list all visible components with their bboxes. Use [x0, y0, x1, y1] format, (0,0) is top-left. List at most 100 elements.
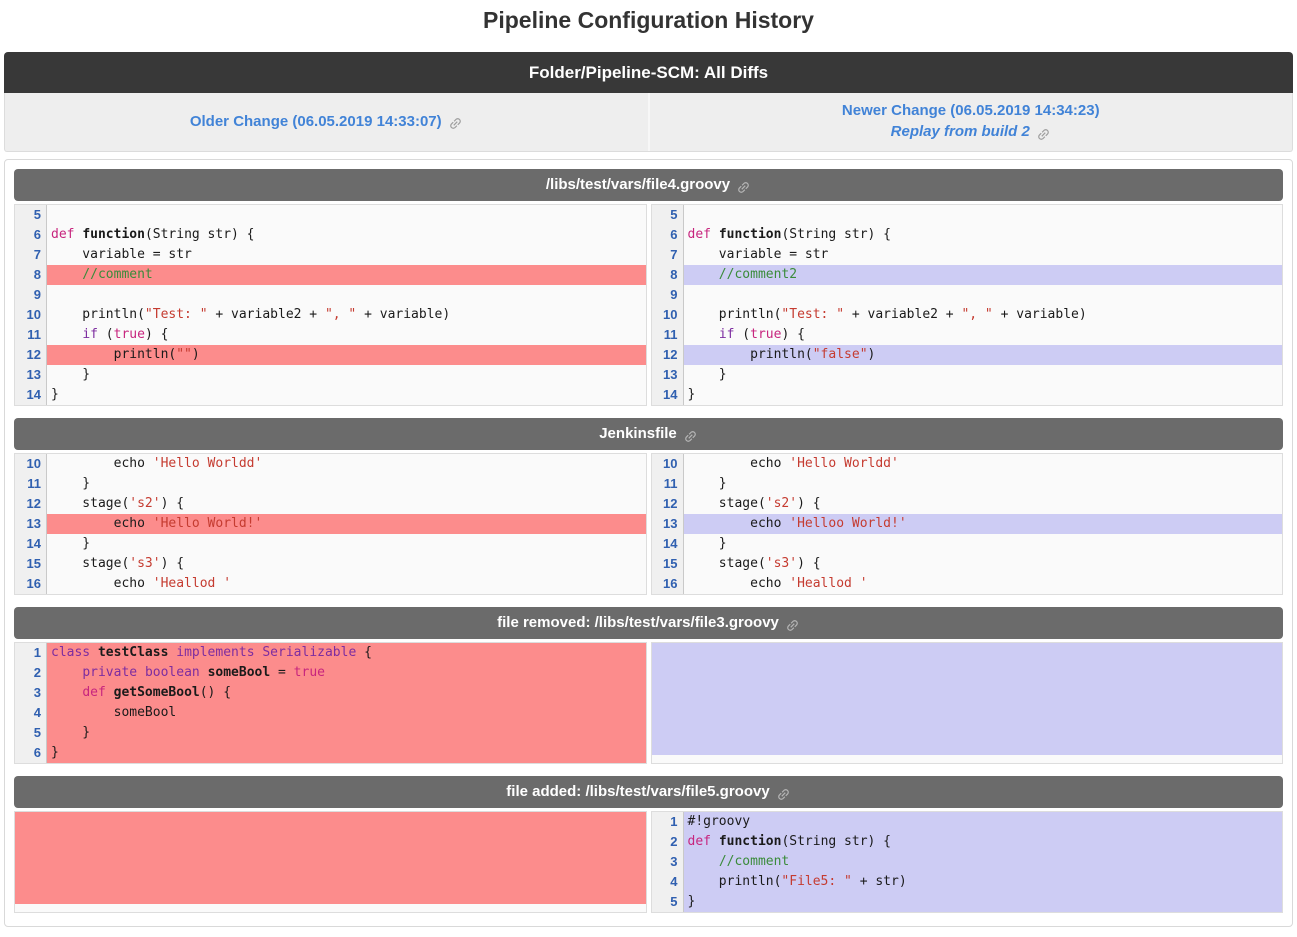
line-number: 1: [15, 643, 47, 663]
code-text: someBool: [47, 703, 646, 723]
line-number: 13: [15, 514, 47, 534]
code-text: [47, 285, 646, 305]
code-text: println("Test: " + variable2 + ", " + va…: [47, 305, 646, 325]
line-number: 10: [15, 305, 47, 325]
code-text: stage('s3') {: [684, 554, 1283, 574]
line-number: 13: [15, 365, 47, 385]
diff-panel-left: 56def function(String str) {7 variable =…: [14, 204, 647, 406]
code-line: 10 println("Test: " + variable2 + ", " +…: [15, 305, 646, 325]
line-number: 16: [15, 574, 47, 594]
code-text: #!groovy: [684, 812, 1283, 832]
code-line: 2 private boolean someBool = true: [15, 663, 646, 683]
code-line: 5: [652, 205, 1283, 225]
older-change-label: Older Change (06.05.2019 14:33:07): [190, 113, 442, 130]
code-line: 5 }: [15, 723, 646, 743]
code-text: echo 'Heallod ': [684, 574, 1283, 594]
file-header-label: Jenkinsfile: [599, 425, 677, 442]
code-line: 11 if (true) {: [15, 325, 646, 345]
code-text: }: [684, 892, 1283, 912]
code-line: 8 //comment: [15, 265, 646, 285]
code-text: stage('s2') {: [684, 494, 1283, 514]
line-number: 9: [652, 285, 684, 305]
code-line: 14 }: [15, 534, 646, 554]
link-icon[interactable]: [448, 113, 463, 134]
code-text: stage('s2') {: [47, 494, 646, 514]
code-line: 15 stage('s3') {: [15, 554, 646, 574]
code-line: 1#!groovy: [652, 812, 1283, 832]
code-line: 7 variable = str: [652, 245, 1283, 265]
line-number: 5: [15, 723, 47, 743]
code-line: 13 echo 'Hello World!': [15, 514, 646, 534]
page-title: Pipeline Configuration History: [4, 0, 1293, 28]
line-number: 2: [652, 832, 684, 852]
code-text: def function(String str) {: [684, 225, 1283, 245]
code-text: }: [47, 534, 646, 554]
older-change-cell: Older Change (06.05.2019 14:33:07): [5, 93, 648, 151]
diff-panel-right: 56def function(String str) {7 variable =…: [651, 204, 1284, 406]
diff-panel-left: 1class testClass implements Serializable…: [14, 642, 647, 764]
line-number: 11: [15, 325, 47, 345]
line-number: 5: [652, 892, 684, 912]
code-text: }: [684, 474, 1283, 494]
code-line: 9: [652, 285, 1283, 305]
code-text: class testClass implements Serializable …: [47, 643, 646, 663]
diff-table: 10 echo 'Hello Worldd'11 }12 stage('s2')…: [14, 453, 1283, 595]
line-number: 5: [15, 205, 47, 225]
line-number: 12: [15, 494, 47, 514]
code-text: }: [47, 743, 646, 763]
line-number: 4: [15, 703, 47, 723]
code-line: 13 echo 'Helloo World!': [652, 514, 1283, 534]
link-icon[interactable]: [776, 778, 791, 810]
code-text: private boolean someBool = true: [47, 663, 646, 683]
line-number: 11: [15, 474, 47, 494]
removed-filler: [15, 812, 646, 904]
file-header-label: /libs/test/vars/file4.groovy: [546, 176, 730, 193]
job-title-bar: Folder/Pipeline-SCM: All Diffs: [4, 52, 1293, 93]
diff-table: 56def function(String str) {7 variable =…: [14, 204, 1283, 406]
line-number: 4: [652, 872, 684, 892]
line-number: 8: [15, 265, 47, 285]
line-number: 10: [652, 305, 684, 325]
code-line: 15 stage('s3') {: [652, 554, 1283, 574]
code-text: }: [684, 365, 1283, 385]
file-header-label: file removed: /libs/test/vars/file3.groo…: [497, 614, 779, 631]
code-text: def function(String str) {: [47, 225, 646, 245]
code-text: def getSomeBool() {: [47, 683, 646, 703]
code-text: //comment2: [684, 265, 1283, 285]
code-line: 3 def getSomeBool() {: [15, 683, 646, 703]
code-line: 12 println("false"): [652, 345, 1283, 365]
line-number: 10: [15, 454, 47, 474]
code-line: 14}: [15, 385, 646, 405]
code-text: [684, 205, 1283, 225]
link-icon[interactable]: [1036, 123, 1051, 144]
file-header-label: file added: /libs/test/vars/file5.groovy: [506, 783, 769, 800]
newer-change-cell: Newer Change (06.05.2019 14:34:23) Repla…: [648, 93, 1293, 151]
replay-label: Replay from build 2: [891, 123, 1030, 140]
code-line: 8 //comment2: [652, 265, 1283, 285]
link-icon[interactable]: [736, 171, 751, 203]
line-number: 10: [652, 454, 684, 474]
code-text: variable = str: [47, 245, 646, 265]
code-text: }: [47, 385, 646, 405]
code-line: 12 println(""): [15, 345, 646, 365]
diff-section: Jenkinsfile10 echo 'Hello Worldd'11 }12 …: [14, 418, 1283, 595]
link-icon[interactable]: [785, 609, 800, 641]
link-icon[interactable]: [683, 420, 698, 452]
code-text: }: [684, 385, 1283, 405]
line-number: 6: [15, 225, 47, 245]
code-line: 6def function(String str) {: [15, 225, 646, 245]
older-change-link[interactable]: Older Change (06.05.2019 14:33:07): [190, 111, 463, 134]
code-line: 14}: [652, 385, 1283, 405]
code-line: 11 }: [15, 474, 646, 494]
replay-link[interactable]: Replay from build 2: [891, 121, 1051, 144]
code-line: 10 echo 'Hello Worldd': [652, 454, 1283, 474]
code-line: 10 println("Test: " + variable2 + ", " +…: [652, 305, 1283, 325]
code-line: 11 if (true) {: [652, 325, 1283, 345]
line-number: 6: [652, 225, 684, 245]
code-line: 16 echo 'Heallod ': [652, 574, 1283, 594]
diff-section: file removed: /libs/test/vars/file3.groo…: [14, 607, 1283, 764]
code-text: echo 'Helloo World!': [684, 514, 1283, 534]
diff-sections: /libs/test/vars/file4.groovy56def functi…: [4, 159, 1293, 927]
code-text: println("false"): [684, 345, 1283, 365]
line-number: 12: [652, 494, 684, 514]
